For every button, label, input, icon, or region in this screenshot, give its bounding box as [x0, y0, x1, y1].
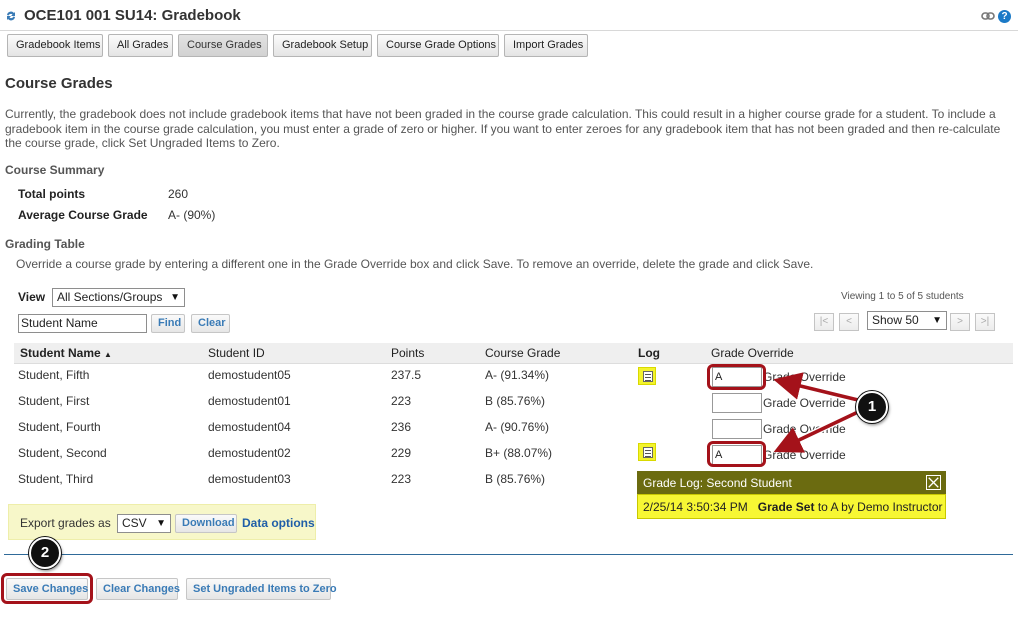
- grade-log-detail: to A by Demo Instructor: [817, 500, 943, 514]
- viewing-count: Viewing 1 to 5 of 5 students: [841, 291, 964, 302]
- row-3-grade-override-input[interactable]: [712, 419, 762, 439]
- data-options-link[interactable]: Data options: [242, 516, 315, 530]
- row-2-grade-override-input[interactable]: [712, 393, 762, 413]
- sections-select-value: All Sections/Groups: [57, 290, 163, 304]
- chevron-down-icon: ▼: [932, 315, 942, 326]
- row-4-student-id: demostudent02: [208, 446, 291, 460]
- row-1-override-label: Grade Override: [763, 370, 846, 384]
- grade-log-title: Grade Log: Second Student: [643, 476, 792, 490]
- average-grade-value: A- (90%): [168, 208, 216, 222]
- log-icon[interactable]: [638, 443, 656, 461]
- row-4-override-label: Grade Override: [763, 448, 846, 462]
- export-label: Export grades as: [20, 516, 111, 530]
- help-icon[interactable]: ?: [998, 10, 1011, 23]
- column-student-name-label: Student Name: [20, 346, 101, 360]
- divider: [4, 554, 1013, 555]
- save-changes-button[interactable]: Save Changes: [6, 578, 88, 600]
- callout-badge-2: 2: [29, 537, 61, 569]
- row-5-course-grade: B (85.76%): [485, 472, 546, 486]
- row-5-student-id: demostudent03: [208, 472, 291, 486]
- log-icon[interactable]: [638, 367, 656, 385]
- grade-log-timestamp: 2/25/14 3:50:34 PM: [643, 500, 748, 514]
- average-grade-label: Average Course Grade: [18, 208, 148, 222]
- row-1-points: 237.5: [391, 368, 422, 382]
- row-4-grade-override-input[interactable]: A: [712, 445, 762, 465]
- prev-page-button[interactable]: <: [839, 313, 859, 331]
- column-grade-override: Grade Override: [711, 346, 794, 360]
- page-window-title: OCE101 001 SU14: Gradebook: [24, 7, 241, 24]
- row-1-course-grade: A- (91.34%): [485, 368, 550, 382]
- row-5-points: 223: [391, 472, 412, 486]
- column-course-grade: Course Grade: [485, 346, 561, 360]
- row-3-course-grade: A- (90.76%): [485, 420, 550, 434]
- chevron-down-icon: ▼: [156, 518, 166, 529]
- column-student-id: Student ID: [208, 346, 265, 360]
- row-1-grade-override-input[interactable]: A: [712, 367, 762, 387]
- next-page-button[interactable]: >: [950, 313, 970, 331]
- grade-log-entry: 2/25/14 3:50:34 PM Grade Set to A by Dem…: [643, 500, 943, 514]
- student-search-input[interactable]: Student Name: [18, 314, 147, 333]
- page-heading: Course Grades: [5, 75, 113, 92]
- row-3-points: 236: [391, 420, 412, 434]
- set-ungraded-zero-button[interactable]: Set Ungraded Items to Zero: [186, 578, 337, 600]
- link-icon[interactable]: [981, 10, 995, 22]
- row-2-course-grade: B (85.76%): [485, 394, 546, 408]
- row-3-student-name: Student, Fourth: [18, 420, 101, 434]
- export-format-select[interactable]: CSV ▼: [117, 514, 171, 533]
- row-5-student-name: Student, Third: [18, 472, 94, 486]
- page-size-select[interactable]: Show 50 ▼: [867, 311, 947, 330]
- tab-gradebook-setup[interactable]: Gradebook Setup: [273, 34, 372, 57]
- sections-select[interactable]: All Sections/Groups ▼: [52, 288, 185, 307]
- row-4-points: 229: [391, 446, 412, 460]
- tab-gradebook-items[interactable]: Gradebook Items: [7, 34, 103, 57]
- row-3-student-id: demostudent04: [208, 420, 291, 434]
- total-points-label: Total points: [18, 187, 86, 201]
- tab-course-grades[interactable]: Course Grades: [178, 34, 268, 57]
- tab-import-grades[interactable]: Import Grades: [504, 34, 588, 57]
- clear-button[interactable]: Clear: [191, 314, 230, 333]
- row-1-student-id: demostudent05: [208, 368, 291, 382]
- column-student-name[interactable]: Student Name ▲: [20, 346, 112, 360]
- page-size-value: Show 50: [872, 313, 919, 327]
- row-1-student-name: Student, Fifth: [18, 368, 90, 382]
- callout-badge-1: 1: [856, 391, 888, 423]
- grading-table-heading: Grading Table: [5, 237, 85, 251]
- row-4-student-name: Student, Second: [18, 446, 107, 460]
- chevron-down-icon: ▼: [170, 292, 180, 303]
- row-4-course-grade: B+ (88.07%): [485, 446, 553, 460]
- sort-asc-icon: ▲: [104, 350, 112, 359]
- column-points: Points: [391, 346, 425, 360]
- course-summary-heading: Course Summary: [5, 163, 105, 177]
- find-button[interactable]: Find: [151, 314, 185, 333]
- view-label: View: [18, 290, 46, 304]
- grade-log-action: Grade Set: [757, 500, 815, 514]
- grading-table-description: Override a course grade by entering a di…: [16, 257, 814, 271]
- last-page-button[interactable]: >|: [975, 313, 995, 331]
- export-format-value: CSV: [122, 516, 147, 530]
- row-2-student-id: demostudent01: [208, 394, 291, 408]
- first-page-button[interactable]: |<: [814, 313, 834, 331]
- row-2-override-label: Grade Override: [763, 396, 846, 410]
- intro-text: Currently, the gradebook does not includ…: [5, 107, 1001, 150]
- refresh-icon[interactable]: [5, 10, 17, 22]
- total-points-value: 260: [168, 187, 189, 201]
- tab-course-grade-options[interactable]: Course Grade Options: [377, 34, 499, 57]
- download-button[interactable]: Download: [175, 514, 237, 533]
- column-log: Log: [638, 346, 660, 360]
- row-3-override-label: Grade Override: [763, 422, 846, 436]
- row-2-points: 223: [391, 394, 412, 408]
- clear-changes-button[interactable]: Clear Changes: [96, 578, 180, 600]
- row-2-student-name: Student, First: [18, 394, 90, 408]
- tab-all-grades[interactable]: All Grades: [108, 34, 173, 57]
- close-icon[interactable]: [926, 475, 941, 490]
